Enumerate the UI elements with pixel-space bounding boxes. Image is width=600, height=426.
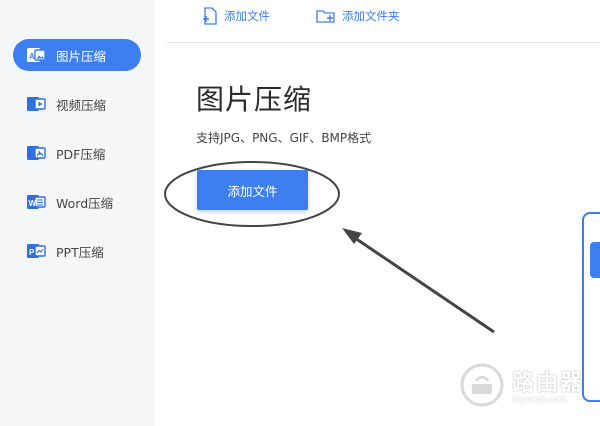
sidebar-item-ppt-compress[interactable]: P PPT压缩 [13,235,141,267]
page-title: 图片压缩 [196,83,313,116]
sidebar-item-image-compress[interactable]: A 图片压缩 [13,39,141,71]
watermark-text: 路由器 [512,371,585,396]
supported-formats-text: 支持JPG、PNG、GIF、BMP格式 [196,131,372,145]
sidebar-item-label: PPT压缩 [56,244,104,260]
image-compress-icon: A [26,45,46,65]
toolbar: 添加文件 添加文件夹 [166,0,600,43]
add-file-toolbar-label: 添加文件 [224,9,270,23]
sidebar-item-label: Word压缩 [56,195,114,211]
add-file-toolbar-button[interactable]: 添加文件 [202,6,270,26]
svg-text:W: W [29,199,37,208]
sidebar-item-label: PDF压缩 [56,146,106,162]
sidebar: A 图片压缩 视频压缩 PDF压缩 W Word压缩 P PPT压缩 [0,0,155,426]
add-file-icon [203,7,217,25]
sidebar-item-word-compress[interactable]: W Word压缩 [13,186,141,218]
word-compress-icon: W [26,192,46,212]
add-file-button[interactable]: 添加文件 [197,170,308,210]
svg-text:P: P [29,248,35,257]
add-folder-icon [316,10,335,23]
router-logo-icon [460,363,504,407]
watermark: 路由器 luyouqi.com [460,362,590,408]
pdf-compress-icon [26,143,46,163]
add-folder-toolbar-button[interactable]: 添加文件夹 [316,6,400,26]
sidebar-item-label: 图片压缩 [56,48,107,64]
sidebar-item-video-compress[interactable]: 视频压缩 [13,88,141,120]
side-float-tab[interactable] [590,242,600,278]
pointer-arrow [342,228,495,334]
sidebar-item-pdf-compress[interactable]: PDF压缩 [13,137,141,169]
svg-text:A: A [29,52,35,61]
sidebar-item-label: 视频压缩 [56,97,107,113]
add-folder-toolbar-label: 添加文件夹 [342,9,400,23]
ppt-compress-icon: P [26,241,46,261]
video-compress-icon [26,94,46,114]
